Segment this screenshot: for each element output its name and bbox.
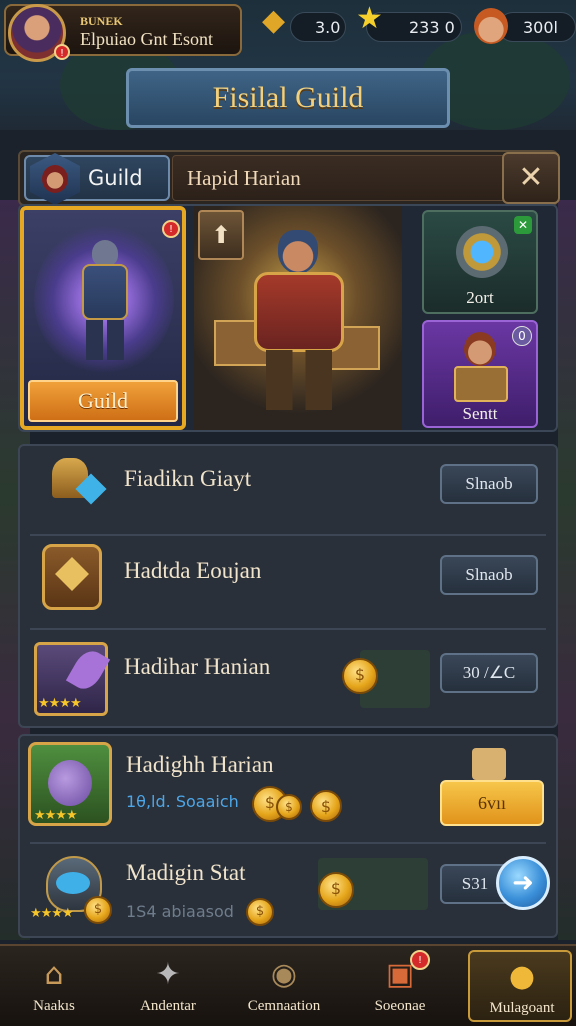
divider — [30, 842, 546, 844]
list-item-button[interactable]: Slnaob — [440, 555, 538, 595]
close-icon: ✕ — [518, 160, 544, 195]
nav-label: Mulagoant — [489, 1000, 555, 1016]
list-item-subtitle: 1Ѕ4 abiaasod — [126, 902, 234, 921]
page-title: Fisilal Guild — [212, 81, 364, 114]
bell-icon — [40, 450, 112, 522]
gem-icon: ◆ — [262, 3, 286, 38]
star-value: 233 0 — [409, 18, 455, 37]
tab-guild[interactable]: Guild — [24, 153, 170, 205]
star-icon: ★ — [356, 1, 383, 36]
coin-icon: $ — [310, 790, 342, 822]
knight-portrait-icon — [74, 240, 134, 360]
hero-card-label-plate: Guild — [28, 380, 178, 422]
nav-item-management[interactable]: ● Mulagoant — [468, 950, 572, 1022]
coin-icon: $ — [246, 898, 274, 926]
guild-emblem-icon — [30, 153, 80, 205]
side-card-chest[interactable]: 0 Sentt — [422, 320, 538, 428]
alert-badge: ! — [54, 44, 70, 60]
beast-icon: ✦ — [155, 957, 181, 992]
coin-icon: $ — [84, 896, 112, 924]
hero-card-label: Guild — [77, 388, 129, 413]
side-card-badge: ✕ — [514, 216, 532, 234]
side-card-badge: 0 — [512, 326, 532, 346]
guild-name-field: Hapid Harian — [172, 155, 514, 201]
close-button[interactable]: ✕ — [502, 152, 560, 204]
upgrade-arrow-button[interactable]: ⬆ — [198, 210, 244, 260]
nav-label: Andentar — [140, 998, 196, 1014]
nav-item-science[interactable]: ▣ ! Soeonae — [348, 950, 452, 1022]
character-counter: 300l — [498, 12, 576, 42]
divider — [30, 628, 546, 630]
star-rating: ★★★★ — [30, 906, 74, 921]
player-name: Elpuiao Gnt Esont — [80, 29, 213, 49]
warrior-hero-icon — [214, 230, 380, 410]
profile-panel[interactable]: ! BUNEK Elpuiao Gnt Esont — [4, 4, 242, 62]
collect-button[interactable]: 6vıı — [440, 780, 544, 826]
page-title-plate: Fisilal Guild — [126, 68, 450, 128]
gem-counter: 3.0 — [290, 12, 346, 42]
side-card-amulet[interactable]: ✕ 2ort — [422, 210, 538, 314]
nav-label: Naakıs — [33, 998, 75, 1014]
character-icon — [474, 8, 508, 44]
nav-label: Soeonae — [374, 998, 426, 1014]
guild-name: Hapid Harian — [187, 166, 301, 190]
shield-crest-icon — [34, 540, 106, 612]
list-item-button[interactable]: Slnaob — [440, 464, 538, 504]
list-item-title: Hadihar Hanian — [124, 654, 271, 679]
nav-alert-badge: ! — [410, 950, 430, 970]
list-item-title: Fiadikn Giayt — [124, 466, 252, 491]
shield-icon: ◉ — [270, 957, 298, 992]
nav-item-home[interactable]: ⌂ Naakıs — [2, 950, 106, 1022]
list-item-subtitle: 1θ,ld. Soaaich — [126, 792, 239, 811]
scroll-icon — [472, 748, 506, 780]
nav-item-campaign[interactable]: ◉ Cemnaation — [232, 950, 336, 1022]
list-item-button[interactable]: 30 /∠C — [440, 653, 538, 693]
coin-icon: $ — [342, 658, 378, 694]
nav-item-adventure[interactable]: ✦ Andentar — [116, 950, 220, 1022]
background-right-edge — [558, 200, 576, 940]
side-card-label: Sentt — [462, 404, 498, 423]
gem-value: 3.0 — [315, 18, 341, 37]
coin-icon: $ — [318, 872, 354, 908]
guild-header: Guild Hapid Harian ✕ — [18, 150, 560, 206]
list-item-title: Hadighh Harian — [126, 752, 274, 777]
character-value: 300l — [523, 18, 558, 37]
list-item-title: Madigin Stat — [126, 860, 246, 885]
star-rating: ★★★★ — [34, 808, 78, 823]
coin-stack-icon: ● — [508, 959, 536, 994]
amulet-icon — [456, 226, 508, 278]
tab-guild-label: Guild — [88, 166, 143, 190]
treasure-chest-icon — [454, 366, 508, 402]
bottom-nav: ⌂ Naakıs ✦ Andentar ◉ Cemnaation ▣ ! Soe… — [0, 944, 576, 1026]
dwarf-icon — [464, 332, 496, 366]
hero-card-alert-icon: ! — [162, 220, 180, 238]
go-arrow-button[interactable]: ➜ — [496, 856, 550, 910]
list-item-title: Hadtda Eoujan — [124, 558, 262, 583]
player-rank: BUNEK — [80, 14, 123, 28]
side-card-label: 2ort — [466, 288, 494, 307]
coin-icon: $ — [276, 794, 302, 820]
nav-label: Cemnaation — [247, 998, 321, 1014]
divider — [30, 534, 546, 536]
house-icon: ⌂ — [44, 957, 64, 992]
hero-card-main[interactable]: ! Guild — [20, 206, 186, 430]
star-rating: ★★★★ — [38, 696, 82, 711]
